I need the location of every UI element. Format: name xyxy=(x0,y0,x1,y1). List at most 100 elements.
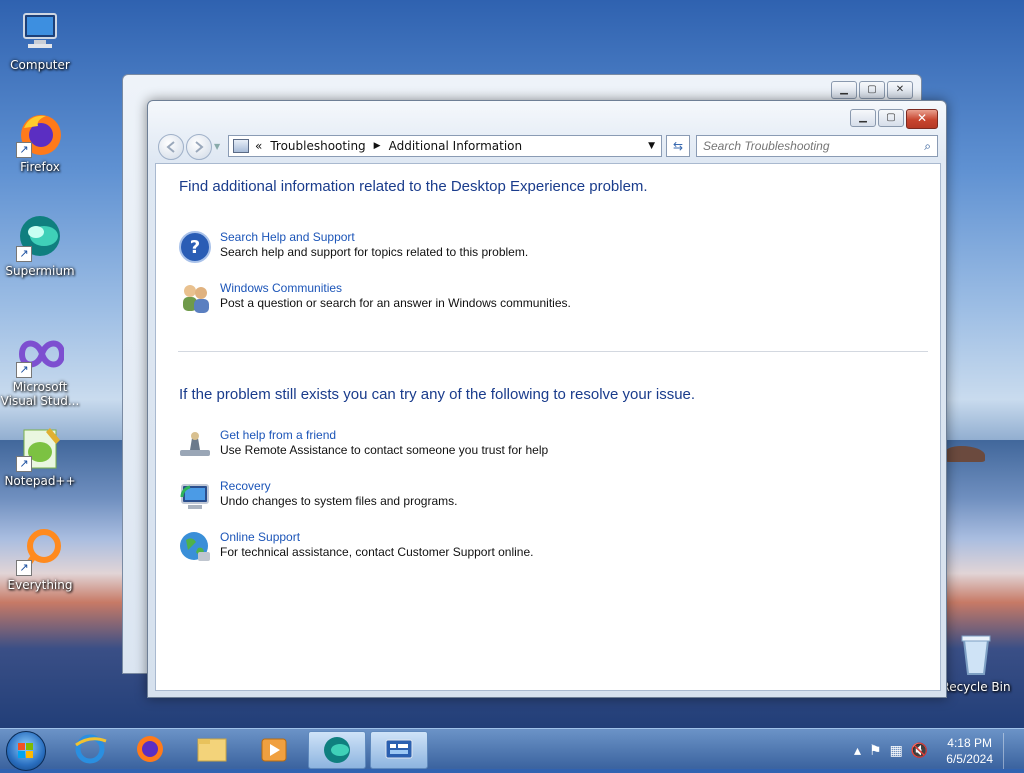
search-icon[interactable]: ⌕ xyxy=(924,139,931,154)
notepadpp-icon: ↗ xyxy=(16,424,64,472)
recovery-icon xyxy=(178,479,212,513)
minimize-icon[interactable]: ▁ xyxy=(831,81,857,99)
start-button[interactable] xyxy=(6,731,46,771)
window-caption-buttons: ▁ ▢ ✕ xyxy=(850,109,938,129)
help-icon: ? xyxy=(178,230,212,264)
desktop-icon-firefox[interactable]: ↗ Firefox xyxy=(0,110,80,174)
network-icon[interactable]: ▦ xyxy=(890,743,903,759)
shortcut-arrow-icon: ↗ xyxy=(16,142,32,158)
minimize-button[interactable]: ▁ xyxy=(850,109,876,127)
firefox-icon: ↗ xyxy=(16,110,64,158)
clock-time: 4:18 PM xyxy=(947,736,992,750)
task-recovery[interactable]: Recovery Undo changes to system files an… xyxy=(178,479,457,513)
control-panel-icon xyxy=(233,139,249,153)
desktop-icon-notepadpp[interactable]: ↗ Notepad++ xyxy=(0,424,80,488)
online-support-description: For technical assistance, contact Custom… xyxy=(220,545,534,559)
taskbar-control-panel[interactable] xyxy=(370,731,428,769)
maximize-button[interactable]: ▢ xyxy=(878,109,904,127)
taskbar: ▴ ⚑ ▦ 🔇 4:18 PM 6/5/2024 xyxy=(0,728,1024,771)
content-pane: Find additional information related to t… xyxy=(155,163,941,691)
section-heading-additional-info: Find additional information related to t… xyxy=(179,178,648,195)
remote-assistance-icon xyxy=(178,428,212,462)
svg-text:?: ? xyxy=(190,237,200,258)
back-arrow-icon xyxy=(166,141,175,153)
close-button[interactable]: ✕ xyxy=(906,109,938,129)
refresh-button[interactable]: ⇆ xyxy=(666,135,690,157)
desktop-icon-label: Computer xyxy=(10,58,70,72)
shortcut-arrow-icon: ↗ xyxy=(16,246,32,262)
forward-arrow-icon xyxy=(195,141,204,153)
desktop-icon-label: Firefox xyxy=(20,160,60,174)
visual-studio-icon: ↗ xyxy=(16,330,66,378)
everything-icon: ↗ xyxy=(16,528,64,576)
section-divider xyxy=(178,351,928,352)
task-get-help-friend[interactable]: Get help from a friend Use Remote Assist… xyxy=(178,428,548,462)
search-box[interactable]: ⌕ xyxy=(696,135,938,157)
troubleshooting-window: ▁ ▢ ✕ ▼ « Troubleshooting ▶ Additional I… xyxy=(147,100,947,698)
desktop-icon-label: Microsoft Visual Stud... xyxy=(0,380,80,408)
system-tray: ▴ ⚑ ▦ 🔇 4:18 PM 6/5/2024 xyxy=(850,733,1016,769)
control-panel-icon xyxy=(385,739,413,759)
computer-icon xyxy=(16,8,64,56)
globe-icon xyxy=(178,530,212,564)
desktop-icon-label: Everything xyxy=(7,578,73,592)
breadcrumb-troubleshooting[interactable]: Troubleshooting xyxy=(270,139,365,153)
back-button[interactable] xyxy=(158,134,184,160)
recovery-link[interactable]: Recovery xyxy=(220,479,457,494)
show-desktop-button[interactable] xyxy=(1003,733,1016,769)
desktop-icon-label: Recycle Bin xyxy=(941,680,1011,694)
clock-date: 6/5/2024 xyxy=(946,752,993,766)
windows-logo-icon xyxy=(18,743,33,758)
address-bar[interactable]: « Troubleshooting ▶ Additional Informati… xyxy=(228,135,662,157)
taskbar-file-explorer[interactable] xyxy=(184,731,240,767)
online-support-link[interactable]: Online Support xyxy=(220,530,534,545)
taskbar-internet-explorer[interactable] xyxy=(62,731,118,767)
recovery-description: Undo changes to system files and program… xyxy=(220,494,458,508)
desktop-icon-label: Supermium xyxy=(5,264,75,278)
get-help-friend-link[interactable]: Get help from a friend xyxy=(220,428,548,443)
desktop-icon-label: Notepad++ xyxy=(4,474,76,488)
shortcut-arrow-icon: ↗ xyxy=(16,362,32,378)
windows-communities-link[interactable]: Windows Communities xyxy=(220,281,571,296)
firefox-icon xyxy=(137,736,163,762)
recent-pages-dropdown-icon[interactable]: ▼ xyxy=(214,142,220,151)
volume-muted-icon[interactable]: 🔇 xyxy=(911,743,928,759)
task-windows-communities[interactable]: Windows Communities Post a question or s… xyxy=(178,281,571,315)
folder-icon xyxy=(197,738,227,762)
background-window-caption-buttons: ▁ ▢ ✕ xyxy=(831,81,913,99)
desktop-icon-supermium[interactable]: ↗ Supermium xyxy=(0,214,80,278)
breadcrumb-overflow[interactable]: « xyxy=(255,139,262,153)
desktop-icon-visual-studio[interactable]: ↗ Microsoft Visual Stud... xyxy=(0,330,80,408)
taskbar-firefox[interactable] xyxy=(122,731,178,767)
search-input[interactable] xyxy=(701,138,915,154)
desktop-icon-computer[interactable]: Computer xyxy=(0,8,80,72)
task-online-support[interactable]: Online Support For technical assistance,… xyxy=(178,530,534,564)
people-icon xyxy=(178,281,212,315)
close-icon[interactable]: ✕ xyxy=(887,81,913,99)
wallpaper-rock xyxy=(945,446,985,462)
taskbar-supermium[interactable] xyxy=(308,731,366,769)
breadcrumb-additional-information[interactable]: Additional Information xyxy=(389,139,523,153)
desktop-icon-everything[interactable]: ↗ Everything xyxy=(0,528,80,592)
recycle-bin-icon xyxy=(952,630,1000,678)
supermium-icon: ↗ xyxy=(16,214,64,262)
search-help-description: Search help and support for topics relat… xyxy=(220,245,529,259)
show-hidden-icons-icon[interactable]: ▴ xyxy=(854,743,861,759)
section-heading-resolve: If the problem still exists you can try … xyxy=(179,386,696,403)
get-help-friend-description: Use Remote Assistance to contact someone… xyxy=(220,443,549,457)
shortcut-arrow-icon: ↗ xyxy=(16,560,32,576)
forward-button[interactable] xyxy=(186,134,212,160)
internet-explorer-icon xyxy=(75,734,107,764)
task-search-help[interactable]: ? Search Help and Support Search help an… xyxy=(178,230,528,264)
maximize-icon[interactable]: ▢ xyxy=(859,81,885,99)
taskbar-media-player[interactable] xyxy=(246,731,302,767)
breadcrumb-separator-icon[interactable]: ▶ xyxy=(374,141,381,151)
clock[interactable]: 4:18 PM 6/5/2024 xyxy=(946,735,993,767)
supermium-icon xyxy=(324,737,350,763)
windows-communities-description: Post a question or search for an answer … xyxy=(220,296,571,310)
search-help-link[interactable]: Search Help and Support xyxy=(220,230,528,245)
shortcut-arrow-icon: ↗ xyxy=(16,456,32,472)
action-center-flag-icon[interactable]: ⚑ xyxy=(869,743,882,759)
desktop-icon-recycle-bin[interactable]: Recycle Bin xyxy=(936,630,1016,694)
address-dropdown-icon[interactable]: ▼ xyxy=(648,141,655,151)
